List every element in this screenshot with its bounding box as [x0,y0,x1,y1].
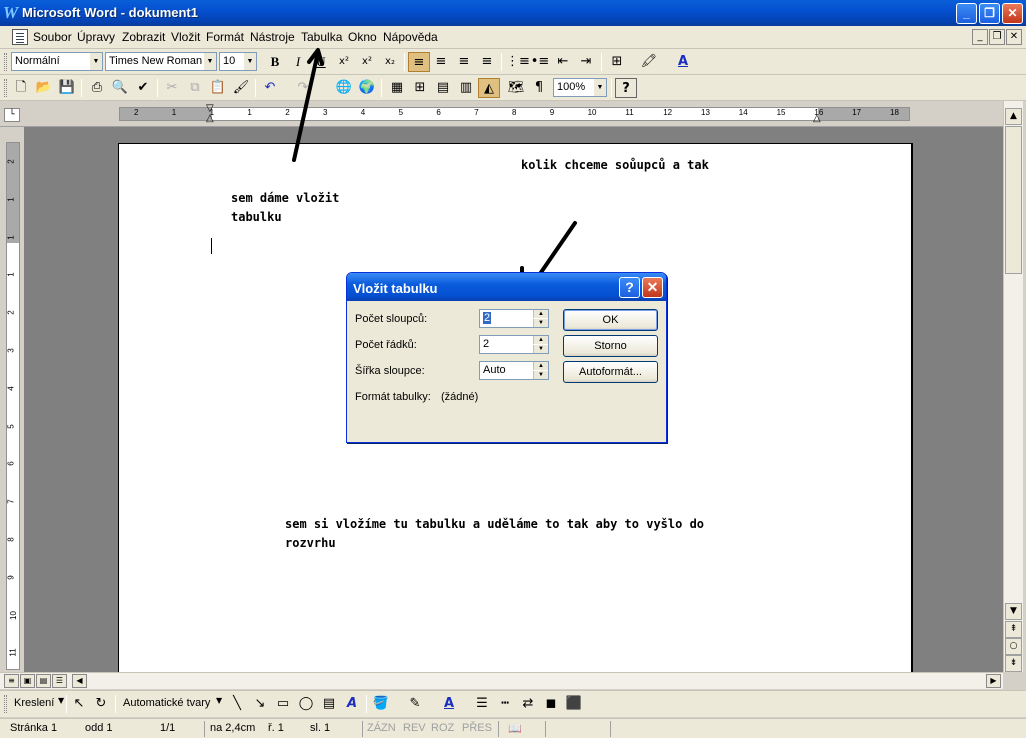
normal-view-icon[interactable]: ≡ [4,674,19,688]
spin-up-icon[interactable]: ▲ [533,310,548,318]
arrow-style-icon[interactable]: ⇄ [517,694,539,714]
arrow-icon[interactable]: ↘ [249,694,271,714]
chevron-down-icon: ▼ [58,696,65,705]
status-pages: 1/1 [160,722,176,734]
columns-label: Počet sloupců: [355,313,428,325]
line-icon[interactable]: ╲ [226,694,248,714]
vertical-scrollbar[interactable]: ▲ ▼ ⇞ ○ ⇟ [1003,101,1023,672]
line-style-icon[interactable]: ☰ [471,694,493,714]
column-width-value: Auto [483,364,506,376]
separator [115,695,116,713]
spin-down-icon[interactable]: ▼ [533,371,548,379]
scroll-thumb[interactable] [1005,126,1022,274]
column-width-spinner[interactable]: Auto ▲ ▼ [479,361,549,380]
chevron-down-icon: ▼ [216,696,223,705]
print-layout-icon[interactable]: ▤ [36,674,51,688]
status-page: Stránka 1 [10,722,58,734]
dialog-title: Vložit tabulku [353,281,438,296]
scroll-left-icon[interactable]: ◀ [72,674,87,688]
arrow-to-tabulka-menu [292,50,320,162]
spin-down-icon[interactable]: ▼ [533,319,548,327]
separator [66,695,67,713]
columns-value: 2 [483,312,492,324]
web-view-icon[interactable]: ▣ [20,674,35,688]
status-ext[interactable]: ROZ [431,722,454,734]
status-bar: Stránka 1 odd 1 1/1 na 2,4cm ř. 1 sl. 1 … [0,718,1026,738]
status-rec[interactable]: ZÁZN [367,722,396,734]
spin-up-icon[interactable]: ▲ [533,336,548,344]
dialog-close-button[interactable]: ✕ [642,277,663,298]
drawing-toolbar: Kreslení ▼ ↖ ↻ Automatické tvary ▼ ╲ ↘ ▭… [0,690,1026,717]
columns-spinner[interactable]: 2 ▲ ▼ [479,309,549,328]
status-position: na 2,4cm [210,722,256,734]
separator [366,695,367,713]
dialog-help-button[interactable]: ? [619,277,640,298]
line-color-icon[interactable]: ✎ [404,694,426,714]
select-browse-object-icon[interactable]: ○ [1005,638,1022,655]
dash-style-icon[interactable]: ┅ [494,694,516,714]
3d-icon[interactable]: ⬛ [563,694,585,714]
next-page-icon[interactable]: ⇟ [1005,655,1022,672]
column-width-label: Šířka sloupce: [355,365,425,377]
scroll-down-icon[interactable]: ▼ [1005,603,1022,620]
status-rev[interactable]: REV [403,722,426,734]
font-color-icon[interactable]: A [438,694,460,714]
rectangle-icon[interactable]: ▭ [272,694,294,714]
text-box-icon[interactable]: ▤ [318,694,340,714]
dialog-title-bar[interactable]: Vložit tabulku ? ✕ [347,273,666,301]
scroll-up-icon[interactable]: ▲ [1005,108,1022,125]
table-format-value: (žádné) [441,391,479,403]
cancel-button[interactable]: Storno [563,335,658,357]
toolbar-grip[interactable] [4,695,7,713]
oval-icon[interactable]: ◯ [295,694,317,714]
ok-button[interactable]: OK [563,309,658,331]
insert-table-dialog: Vložit tabulku ? ✕ Počet sloupců: 2 ▲ ▼ … [346,272,667,443]
spin-up-icon[interactable]: ▲ [533,362,548,370]
status-line: ř. 1 [268,722,284,734]
rows-value: 2 [483,338,490,350]
rows-label: Počet řádků: [355,339,417,351]
status-column: sl. 1 [310,722,331,734]
autoshapes-menu-button[interactable]: Automatické tvary [123,697,210,709]
scroll-right-icon[interactable]: ▶ [986,674,1001,688]
status-section: odd 1 [85,722,113,734]
autoformat-button[interactable]: Autoformát... [563,361,658,383]
spelling-status-icon[interactable]: 📖 [508,722,522,735]
status-ovr[interactable]: PŘES [462,722,492,734]
wordart-icon[interactable]: A [341,694,363,714]
free-rotate-icon[interactable]: ↻ [90,694,112,714]
table-format-label: Formát tabulky: [355,391,431,403]
select-objects-icon[interactable]: ↖ [68,694,90,714]
outline-view-icon[interactable]: ☰ [52,674,67,688]
fill-color-icon[interactable]: 🪣 [370,694,392,714]
horizontal-scrollbar[interactable]: ≡ ▣ ▤ ☰ ◀ ▶ [0,672,1003,689]
rows-spinner[interactable]: 2 ▲ ▼ [479,335,549,354]
spin-down-icon[interactable]: ▼ [533,345,548,353]
previous-page-icon[interactable]: ⇞ [1005,621,1022,638]
shadow-icon[interactable]: ◼ [540,694,562,714]
draw-menu-button[interactable]: Kreslení [14,697,54,709]
